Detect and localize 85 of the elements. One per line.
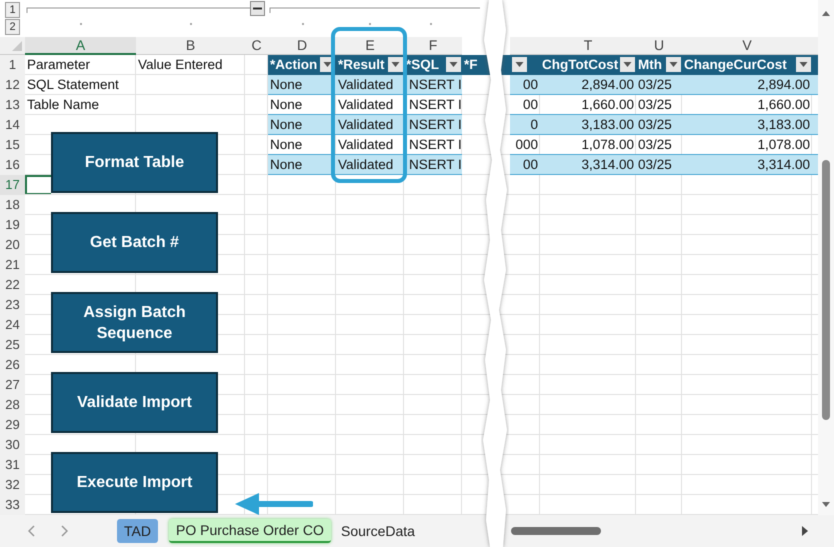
row-header[interactable]: 21 [0, 255, 25, 275]
table-cell-text: SQL Statement [26, 76, 120, 94]
next-sheet-icon[interactable] [60, 525, 68, 537]
table-cell: 3,183.00 [540, 115, 636, 135]
table-column-header: ChangeCurCost [684, 56, 787, 74]
column-header[interactable]: T [540, 37, 636, 55]
table-cell: 03/25 [636, 155, 682, 175]
table-cell: 3,183.00 [682, 115, 812, 135]
row-header[interactable]: 25 [0, 335, 25, 355]
row-header[interactable]: 1 [0, 55, 25, 75]
table-cell: NSERT I [404, 155, 462, 175]
row-header[interactable]: 13 [0, 95, 25, 115]
row-header[interactable]: 27 [0, 375, 25, 395]
row-header[interactable]: 23 [0, 295, 25, 315]
row-header[interactable]: 33 [0, 495, 25, 515]
column-header[interactable]: C [245, 37, 268, 55]
table-cell: NSERT I [404, 115, 462, 135]
row-header[interactable]: 28 [0, 395, 25, 415]
sheet-tab[interactable]: TAD [117, 519, 158, 543]
row-header[interactable]: 18 [0, 195, 25, 215]
table-cell: 2,894.00 [682, 75, 812, 95]
row-header[interactable]: 20 [0, 235, 25, 255]
table-column-header: *Result [338, 56, 385, 74]
column-header[interactable]: D [268, 37, 336, 55]
row-header[interactable]: 30 [0, 435, 25, 455]
action-button[interactable]: Validate Import [51, 372, 218, 433]
table-column-header: Mth [638, 56, 662, 74]
row-header[interactable]: 12 [0, 75, 25, 95]
table-cell: Validated [336, 75, 404, 95]
filter-dropdown-button[interactable] [796, 57, 811, 72]
action-button[interactable]: Get Batch # [51, 212, 218, 273]
filter-dropdown-button[interactable] [388, 57, 403, 72]
row-header[interactable]: 26 [0, 355, 25, 375]
column-header[interactable]: U [636, 37, 682, 55]
table-cell: None [268, 115, 336, 135]
row-header[interactable]: 19 [0, 215, 25, 235]
row-header[interactable]: 31 [0, 455, 25, 475]
table-column-header: *F [464, 56, 478, 74]
table-cell: NSERT I [404, 75, 462, 95]
table-column-header: *SQL [406, 56, 440, 74]
table-cell-text: Value Entered [137, 56, 224, 74]
table-cell-text: Parameter [26, 56, 92, 74]
table-cell: 00 [510, 155, 540, 175]
column-header[interactable]: B [136, 37, 245, 55]
row-header[interactable]: 22 [0, 275, 25, 295]
outline-level-button[interactable]: 2 [5, 19, 20, 35]
row-header[interactable]: 15 [0, 135, 25, 155]
table-cell: 03/25 [636, 75, 682, 95]
row-header[interactable]: 14 [0, 115, 25, 135]
column-header[interactable]: V [682, 37, 812, 55]
row-header[interactable]: 17 [0, 175, 25, 195]
filter-dropdown-button[interactable] [446, 57, 461, 72]
table-cell: 3,314.00 [682, 155, 812, 175]
sheet-tab[interactable]: SourceData [334, 519, 422, 543]
row-header[interactable]: 16 [0, 155, 25, 175]
table-cell: None [268, 155, 336, 175]
column-header[interactable]: F [404, 37, 462, 55]
action-button[interactable]: Assign Batch Sequence [51, 292, 218, 353]
table-cell: 0 [510, 115, 540, 135]
row-header[interactable]: 32 [0, 475, 25, 495]
filter-dropdown-button[interactable] [666, 57, 681, 72]
table-column-header: *Action [270, 56, 318, 74]
table-cell: 03/25 [636, 115, 682, 135]
column-header[interactable]: A [25, 37, 136, 55]
table-cell: 3,314.00 [540, 155, 636, 175]
row-header[interactable]: 24 [0, 315, 25, 335]
outline-level-button[interactable]: 1 [5, 2, 20, 18]
collapse-icon[interactable] [250, 1, 265, 16]
table-cell: Validated [336, 155, 404, 175]
previous-sheet-icon[interactable] [28, 525, 36, 537]
table-cell-text: Table Name [26, 96, 100, 114]
scroll-right-icon[interactable] [801, 525, 809, 537]
table-cell: 00 [510, 75, 540, 95]
column-header[interactable]: E [336, 37, 404, 55]
table-cell: 2,894.00 [540, 75, 636, 95]
table-cell: Validated [336, 115, 404, 135]
filter-dropdown-button[interactable] [512, 57, 527, 72]
action-button[interactable]: Format Table [51, 132, 218, 193]
action-button[interactable]: Execute Import [51, 452, 218, 513]
sheet-tab[interactable]: PO Purchase Order CO [169, 519, 331, 543]
filter-dropdown-button[interactable] [620, 57, 635, 72]
table-cell: None [268, 75, 336, 95]
table-column-header: ChgTotCost [542, 56, 618, 74]
row-header[interactable]: 29 [0, 415, 25, 435]
select-all-icon [12, 41, 22, 51]
